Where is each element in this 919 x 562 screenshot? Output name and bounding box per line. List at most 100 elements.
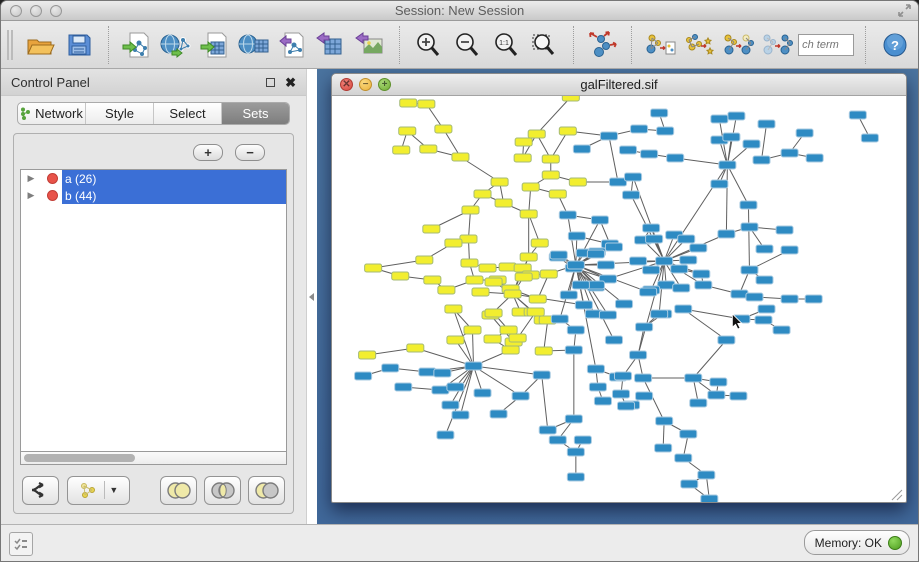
graph-node[interactable] xyxy=(776,226,793,234)
network-frame-titlebar[interactable]: ✕ − + galFiltered.sif xyxy=(332,74,906,96)
graph-node[interactable] xyxy=(484,335,501,343)
import-table-web-button[interactable] xyxy=(236,26,271,64)
graph-node[interactable] xyxy=(549,436,566,444)
graph-node[interactable] xyxy=(445,305,462,313)
graph-node[interactable] xyxy=(529,295,546,303)
graph-node[interactable] xyxy=(559,127,576,135)
graph-node[interactable] xyxy=(420,145,437,153)
graph-node[interactable] xyxy=(635,374,652,382)
graph-node[interactable] xyxy=(656,417,673,425)
graph-node[interactable] xyxy=(490,410,507,418)
tab-sets[interactable]: Sets xyxy=(222,103,289,124)
graph-node[interactable] xyxy=(515,273,532,281)
graph-node[interactable] xyxy=(605,336,622,344)
graph-node[interactable] xyxy=(710,378,727,386)
graph-node[interactable] xyxy=(636,323,653,331)
graph-node[interactable] xyxy=(861,134,878,142)
graph-node[interactable] xyxy=(711,180,728,188)
zoom-out-button[interactable] xyxy=(449,26,484,64)
graph-node[interactable] xyxy=(673,284,690,292)
graph-node[interactable] xyxy=(651,109,668,117)
import-network-web-button[interactable] xyxy=(158,26,193,64)
tab-select[interactable]: Select xyxy=(154,103,222,124)
graph-node[interactable] xyxy=(502,346,519,354)
graph-node[interactable] xyxy=(756,276,773,284)
graph-node[interactable] xyxy=(535,347,552,355)
graph-node[interactable] xyxy=(560,291,577,299)
graph-node[interactable] xyxy=(474,389,491,397)
intersect-sets-button[interactable] xyxy=(204,476,241,505)
graph-node[interactable] xyxy=(462,206,479,214)
graph-node[interactable] xyxy=(567,261,584,269)
graph-node[interactable] xyxy=(438,286,455,294)
graph-node[interactable] xyxy=(395,383,412,391)
graph-node[interactable] xyxy=(435,125,452,133)
graph-node[interactable] xyxy=(731,290,748,298)
graph-node[interactable] xyxy=(559,211,576,219)
graph-edge[interactable] xyxy=(544,320,548,351)
graph-node[interactable] xyxy=(542,171,559,179)
graph-node[interactable] xyxy=(447,336,464,344)
graph-node[interactable] xyxy=(675,454,692,462)
add-set-button[interactable]: + xyxy=(193,144,223,161)
import-network-file-button[interactable] xyxy=(120,26,155,64)
graph-node[interactable] xyxy=(393,146,410,154)
select-fade-button[interactable] xyxy=(759,26,794,64)
graph-node[interactable] xyxy=(615,300,632,308)
graph-node[interactable] xyxy=(620,146,637,154)
graph-node[interactable] xyxy=(651,310,668,318)
graph-node[interactable] xyxy=(418,100,435,108)
graph-edge[interactable] xyxy=(609,136,618,182)
graph-node[interactable] xyxy=(568,232,585,240)
graph-node[interactable] xyxy=(445,239,462,247)
graph-node[interactable] xyxy=(565,346,582,354)
graph-node[interactable] xyxy=(589,383,606,391)
graph-node[interactable] xyxy=(605,243,622,251)
graph-node[interactable] xyxy=(636,392,653,400)
graph-node[interactable] xyxy=(756,245,773,253)
graph-node[interactable] xyxy=(587,250,604,258)
graph-node[interactable] xyxy=(542,155,559,163)
graph-node[interactable] xyxy=(743,140,760,148)
graph-node[interactable] xyxy=(520,210,537,218)
apply-layout-button[interactable] xyxy=(585,26,620,64)
graph-node[interactable] xyxy=(685,374,702,382)
list-item-set-a[interactable]: ▶ a (26) xyxy=(21,170,286,187)
graph-node[interactable] xyxy=(567,326,584,334)
graph-node[interactable] xyxy=(382,364,399,372)
graph-node[interactable] xyxy=(625,173,642,181)
close-panel-icon[interactable]: ✖ xyxy=(285,78,296,87)
graph-node[interactable] xyxy=(678,235,695,243)
graph-node[interactable] xyxy=(718,336,735,344)
graph-node[interactable] xyxy=(781,295,798,303)
graph-node[interactable] xyxy=(531,239,548,247)
graph-node[interactable] xyxy=(614,372,631,380)
network-frame[interactable]: ✕ − + galFiltered.sif xyxy=(331,73,907,503)
graph-node[interactable] xyxy=(609,178,626,186)
graph-edge[interactable] xyxy=(683,309,726,340)
search-input[interactable] xyxy=(798,34,854,56)
graph-node[interactable] xyxy=(515,138,532,146)
graph-node[interactable] xyxy=(539,426,556,434)
graph-node[interactable] xyxy=(500,326,517,334)
graph-node[interactable] xyxy=(365,264,382,272)
graph-node[interactable] xyxy=(355,372,372,380)
graph-node[interactable] xyxy=(690,244,707,252)
import-table-file-button[interactable] xyxy=(197,26,232,64)
graph-node[interactable] xyxy=(399,127,416,135)
graph-node[interactable] xyxy=(698,471,715,479)
create-set-from-network-button[interactable]: ▼ xyxy=(67,476,130,505)
graph-node[interactable] xyxy=(472,288,489,296)
graph-node[interactable] xyxy=(460,235,477,243)
graph-node[interactable] xyxy=(806,154,823,162)
graph-node[interactable] xyxy=(701,495,718,502)
graph-node[interactable] xyxy=(723,133,740,141)
graph-node[interactable] xyxy=(755,316,772,324)
graph-node[interactable] xyxy=(781,149,798,157)
graph-node[interactable] xyxy=(540,270,557,278)
graph-node[interactable] xyxy=(740,201,757,209)
graph-node[interactable] xyxy=(640,288,657,296)
graph-node[interactable] xyxy=(631,125,648,133)
graph-edge[interactable] xyxy=(472,330,473,366)
zoom-actual-size-button[interactable]: 1:1 xyxy=(488,26,523,64)
